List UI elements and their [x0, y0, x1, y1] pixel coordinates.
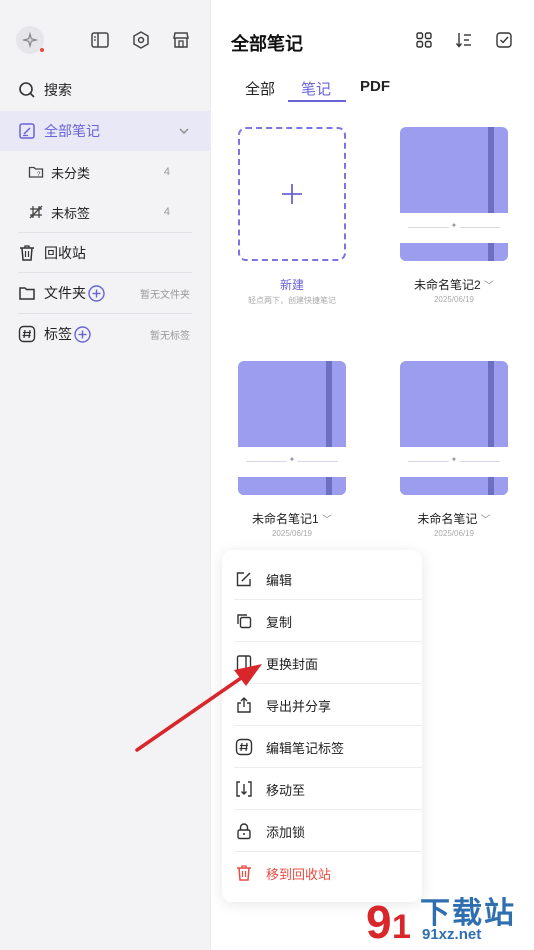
- empty-hint: 暂无标签: [150, 330, 190, 342]
- note-date: 2025/06/19: [271, 529, 313, 538]
- sparkle-icon: ✦: [448, 455, 460, 464]
- new-note-label: 新建: [279, 278, 304, 292]
- notebook-cover[interactable]: ✦: [400, 361, 508, 495]
- sidebar-item-folders[interactable]: 文件夹 暂无文件夹: [0, 281, 210, 305]
- watermark-logo: 9 1: [366, 896, 411, 946]
- tab-all[interactable]: 全部: [245, 78, 275, 99]
- note-edit-icon: [19, 123, 35, 139]
- sparkle-icon: [22, 32, 38, 48]
- sidebar-item-untagged[interactable]: 未标签 4: [0, 200, 210, 224]
- sidebar-item-label: 未分类: [51, 165, 91, 181]
- add-folder-icon[interactable]: [88, 284, 105, 302]
- chevron-down-icon[interactable]: [178, 125, 190, 137]
- svg-text:1: 1: [392, 908, 411, 946]
- share-icon: [237, 697, 251, 713]
- sidebar-item-uncategorized[interactable]: ? 未分类 4: [0, 160, 210, 184]
- add-tag-icon[interactable]: [74, 325, 91, 343]
- item-count: 4: [163, 206, 170, 218]
- select-icon[interactable]: [495, 31, 513, 49]
- svg-text:9: 9: [366, 896, 392, 946]
- sparkle-icon: ✦: [286, 455, 298, 464]
- sidebar: 搜索 全部笔记 ? 未分类 4 未标签 4 回收站 文件夹 暂无文件夹 标签 暂…: [0, 0, 211, 950]
- edit-icon: [236, 572, 251, 587]
- note-title[interactable]: 未命名笔记1 ﹀: [238, 510, 346, 527]
- context-menu: 编辑 复制 更换封面 导出并分享 编辑笔记标签 移动至 添加锁 移到回收站: [222, 550, 422, 902]
- sidebar-item-tags[interactable]: 标签 暂无标签: [0, 322, 210, 346]
- sort-icon[interactable]: [455, 31, 473, 49]
- note-title[interactable]: 未命名笔记 ﹀: [400, 510, 508, 527]
- watermark-url: 91xz.net: [422, 926, 482, 943]
- notebook-cover[interactable]: ✦: [238, 361, 346, 495]
- store-icon[interactable]: [171, 30, 191, 50]
- menu-item-edit[interactable]: 编辑: [222, 558, 422, 600]
- move-icon: [236, 781, 252, 797]
- notebook-cover[interactable]: ✦: [400, 127, 508, 261]
- new-note-hint: 轻点两下，创建快捷笔记: [248, 296, 336, 305]
- divider: [18, 232, 192, 233]
- note-title[interactable]: 未命名笔记2 ﹀: [400, 276, 508, 293]
- trash-icon: [20, 245, 34, 261]
- notification-dot: [40, 48, 44, 52]
- tab-notes[interactable]: 笔记: [301, 78, 331, 99]
- settings-icon[interactable]: [131, 30, 151, 50]
- tab-indicator: [288, 100, 346, 102]
- copy-icon: [237, 614, 252, 629]
- new-note-card[interactable]: [238, 127, 346, 261]
- sidebar-item-label: 搜索: [44, 82, 72, 98]
- chevron-down-icon[interactable]: ﹀: [484, 281, 494, 292]
- avatar[interactable]: [16, 26, 44, 54]
- sidebar-toolbar: [16, 26, 196, 56]
- sidebar-item-label: 未标签: [51, 205, 91, 221]
- hashtag-icon: [18, 325, 36, 343]
- chevron-down-icon[interactable]: ﹀: [481, 515, 491, 526]
- folder-question-icon: ?: [28, 166, 44, 178]
- note-date: 2025/06/19: [433, 529, 475, 538]
- tab-pdf[interactable]: PDF: [360, 78, 390, 95]
- page-title: 全部笔记: [231, 34, 303, 54]
- sidebar-item-label: 标签: [44, 326, 72, 342]
- sidebar-item-recycle[interactable]: 回收站: [0, 241, 210, 265]
- watermark: 9 1 下载站 91xz.net: [360, 886, 530, 950]
- sparkle-icon: ✦: [448, 221, 460, 230]
- search-icon: [19, 82, 35, 98]
- folder-icon: [19, 287, 35, 300]
- menu-item-copy[interactable]: 复制: [222, 600, 422, 642]
- lock-icon: [237, 823, 251, 840]
- menu-item-export-share[interactable]: 导出并分享: [222, 684, 422, 726]
- divider: [18, 313, 192, 314]
- sidebar-item-label: 全部笔记: [44, 123, 100, 139]
- menu-item-change-cover[interactable]: 更换封面: [222, 642, 422, 684]
- sidebar-toggle-icon[interactable]: [90, 30, 110, 50]
- chevron-down-icon[interactable]: ﹀: [322, 515, 332, 526]
- sidebar-item-label: 文件夹: [44, 285, 86, 301]
- grid-view-icon[interactable]: [415, 31, 433, 49]
- tag-off-icon: [29, 205, 43, 219]
- plus-icon: [282, 184, 302, 204]
- note-date: 2025/06/19: [433, 295, 475, 304]
- divider: [18, 272, 192, 273]
- empty-hint: 暂无文件夹: [140, 289, 190, 301]
- sidebar-item-label: 回收站: [44, 245, 86, 261]
- cover-icon: [236, 655, 252, 671]
- hashtag-icon: [235, 738, 253, 756]
- sidebar-item-all-notes[interactable]: 全部笔记: [0, 111, 210, 151]
- sidebar-item-search[interactable]: 搜索: [0, 78, 210, 102]
- menu-item-add-lock[interactable]: 添加锁: [222, 810, 422, 852]
- menu-item-edit-tags[interactable]: 编辑笔记标签: [222, 726, 422, 768]
- item-count: 4: [163, 166, 170, 178]
- trash-icon: [237, 865, 251, 881]
- menu-item-move-to[interactable]: 移动至: [222, 768, 422, 810]
